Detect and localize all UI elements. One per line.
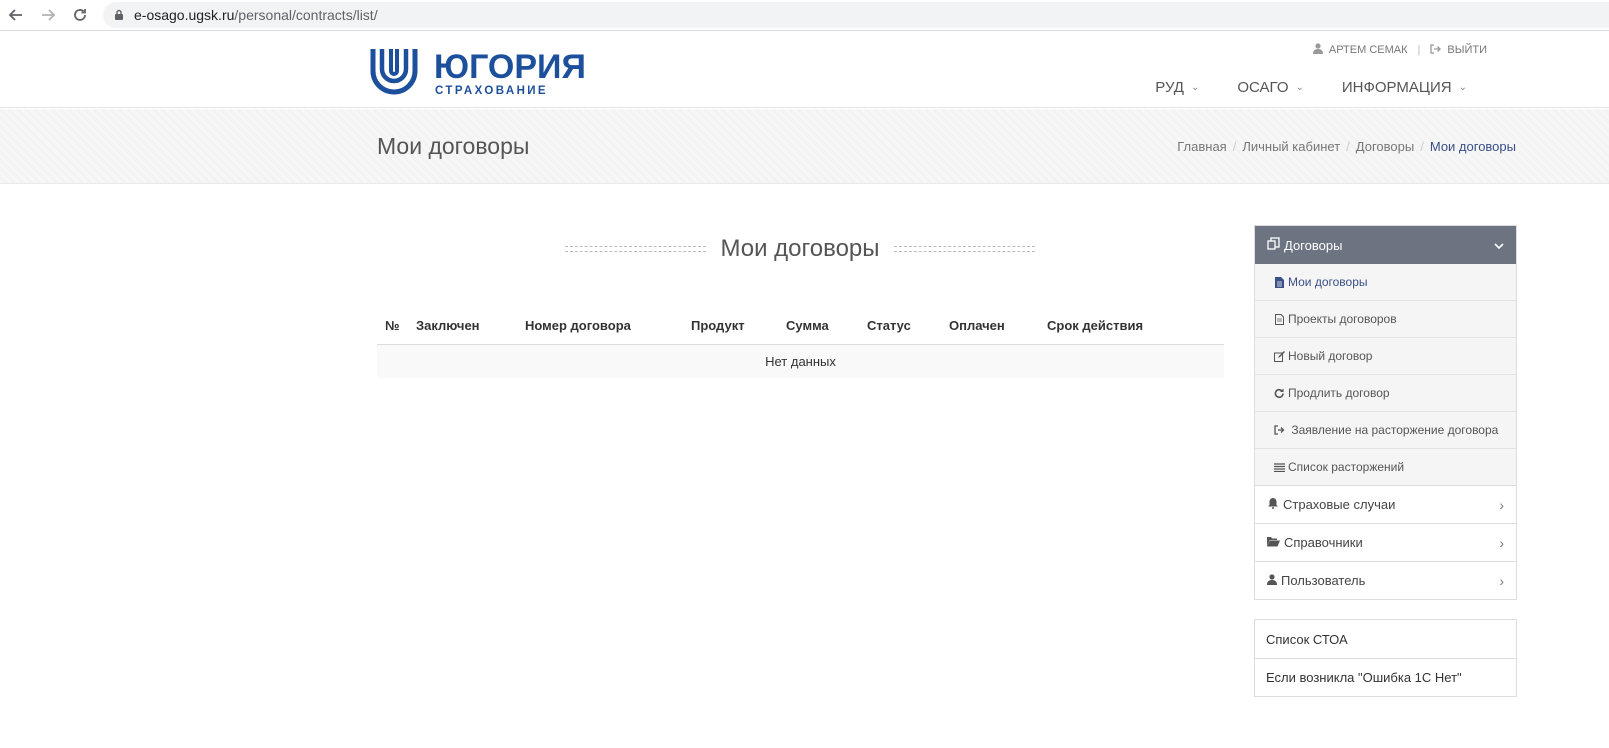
brand-logo[interactable]: ЮГОРИЯ СТРАХОВАНИЕ — [370, 45, 610, 97]
copy-icon — [1267, 237, 1280, 253]
nav-label: ОСАГО — [1237, 79, 1289, 96]
user-icon — [1312, 43, 1323, 57]
logout-link[interactable]: ВЫЙТИ — [1447, 44, 1487, 56]
url-host: e-osago.ugsk.ru — [134, 7, 235, 23]
chevron-right-icon: › — [1499, 534, 1504, 551]
back-button[interactable] — [4, 4, 28, 26]
sidebar-group-label: Справочники — [1284, 535, 1363, 550]
sidebar-group-label: Страховые случаи — [1283, 497, 1396, 512]
url-path: /personal/contracts/list/ — [234, 7, 378, 23]
decorative-line — [893, 246, 1036, 252]
contracts-table: № Заключен Номер договора Продукт Сумма … — [377, 308, 1224, 378]
arrow-left-icon — [8, 9, 22, 21]
sidebar-item-renew[interactable]: Продлить договор — [1255, 375, 1516, 412]
sidebar-item-new-contract[interactable]: Новый договор — [1255, 338, 1516, 375]
nav-label: РУД — [1155, 79, 1184, 96]
main-nav: РУД ⌄ ОСАГО ⌄ ИНФОРМАЦИЯ ⌄ — [1155, 79, 1467, 96]
col-validity[interactable]: Срок действия — [1047, 308, 1224, 345]
address-bar[interactable]: e-osago.ugsk.ru/personal/contracts/list/ — [103, 2, 1609, 28]
sign-out-icon — [1272, 425, 1286, 435]
sto-list-link[interactable]: Список СТОА — [1255, 620, 1516, 658]
nav-item-rud[interactable]: РУД ⌄ — [1155, 79, 1199, 96]
separator: | — [1417, 44, 1421, 56]
table-header-row: № Заключен Номер договора Продукт Сумма … — [377, 308, 1224, 345]
decorative-line — [565, 246, 707, 252]
section-heading: Мои договоры — [565, 233, 1036, 265]
error-1c-help-link[interactable]: Если возникла "Ошибка 1С Нет" — [1255, 658, 1516, 696]
sidebar-item-label: Заявление на расторжение договора — [1291, 423, 1499, 437]
sidebar-item-terminations-list[interactable]: Список расторжений — [1255, 449, 1516, 485]
sidebar-extra-links: Список СТОА Если возникла "Ошибка 1С Нет… — [1254, 619, 1517, 697]
user-name-link[interactable]: АРТЕМ СЕМАК — [1329, 44, 1408, 56]
col-paid[interactable]: Оплачен — [949, 308, 1047, 345]
sidebar-item-drafts[interactable]: Проекты договоров — [1255, 301, 1516, 338]
chevron-down-icon: ⌄ — [1190, 82, 1200, 93]
logout-icon — [1430, 43, 1442, 57]
sidebar-group-claims[interactable]: Страховые случаи › — [1255, 485, 1516, 523]
lock-icon — [115, 9, 123, 20]
chevron-down-icon: ⌄ — [1458, 82, 1467, 93]
breadcrumb-home[interactable]: Главная — [1177, 139, 1226, 154]
sidebar-group-user[interactable]: Пользователь › — [1255, 561, 1516, 599]
sidebar-section-label: Договоры — [1284, 237, 1343, 253]
user-icon — [1267, 573, 1277, 588]
sidebar-item-label: Список расторжений — [1288, 460, 1405, 474]
sidebar-section-contracts[interactable]: Договоры — [1255, 226, 1516, 264]
empty-message: Нет данных — [377, 344, 1224, 378]
list-icon — [1272, 457, 1286, 477]
sidebar-item-label: Новый договор — [1288, 349, 1373, 363]
sidebar-item-termination-request[interactable]: Заявление на расторжение договора — [1255, 412, 1516, 449]
section-title: Мои договоры — [720, 235, 880, 262]
sidebar-submenu: Мои договоры Проекты договоров Новый дог… — [1255, 264, 1516, 485]
sidebar-menu: Договоры Мои договоры Проекты договоров … — [1254, 225, 1517, 600]
file-icon — [1272, 272, 1286, 292]
nav-label: ИНФОРМАЦИЯ — [1341, 79, 1452, 96]
site-header: ЮГОРИЯ СТРАХОВАНИЕ АРТЕМ СЕМАК | ВЫЙТИ Р… — [0, 31, 1609, 108]
col-number[interactable]: № — [377, 308, 416, 345]
breadcrumb-contracts[interactable]: Договоры — [1356, 139, 1414, 154]
user-bar: АРТЕМ СЕМАК | ВЫЙТИ — [1312, 43, 1487, 57]
sidebar-item-my-contracts[interactable]: Мои договоры — [1255, 264, 1516, 301]
reload-button[interactable] — [68, 4, 92, 26]
reload-icon — [74, 9, 86, 21]
svg-text:СТРАХОВАНИЕ: СТРАХОВАНИЕ — [435, 85, 548, 97]
page-title: Мои договоры — [377, 133, 530, 159]
sidebar-item-label: Продлить договор — [1288, 386, 1390, 400]
chevron-down-icon — [1494, 238, 1504, 253]
svg-text:ЮГОРИЯ: ЮГОРИЯ — [434, 48, 586, 86]
col-amount[interactable]: Сумма — [786, 308, 867, 345]
chevron-down-icon: ⌄ — [1295, 82, 1304, 93]
bell-icon — [1267, 497, 1279, 512]
table-row: Нет данных — [377, 344, 1224, 378]
browser-toolbar: e-osago.ugsk.ru/personal/contracts/list/ — [0, 0, 1609, 31]
sidebar-group-directories[interactable]: Справочники › — [1255, 523, 1516, 561]
chevron-right-icon: › — [1499, 496, 1504, 513]
breadcrumb-separator: / — [1232, 139, 1237, 154]
col-contract-number[interactable]: Номер договора — [525, 308, 691, 345]
nav-item-osago[interactable]: ОСАГО ⌄ — [1237, 79, 1304, 96]
col-product[interactable]: Продукт — [691, 308, 786, 345]
breadcrumb: Главная / Личный кабинет / Договоры / Мо… — [1177, 139, 1516, 154]
breadcrumb-current: Мои договоры — [1429, 139, 1516, 154]
col-concluded[interactable]: Заключен — [416, 308, 525, 345]
refresh-icon — [1272, 383, 1286, 403]
sidebar-group-label: Пользователь — [1281, 573, 1366, 588]
breadcrumb-separator: / — [1420, 139, 1424, 154]
sidebar-item-label: Проекты договоров — [1288, 312, 1397, 326]
folder-open-icon — [1267, 535, 1280, 550]
nav-item-info[interactable]: ИНФОРМАЦИЯ ⌄ — [1342, 79, 1467, 96]
file-text-icon — [1272, 309, 1286, 329]
forward-button[interactable] — [36, 4, 60, 26]
ugoria-logo-icon: ЮГОРИЯ СТРАХОВАНИЕ — [370, 48, 586, 97]
col-status[interactable]: Статус — [867, 308, 949, 345]
arrow-right-icon — [42, 9, 56, 21]
breadcrumb-cabinet[interactable]: Личный кабинет — [1242, 139, 1340, 154]
page-title-band: Мои договоры Главная / Личный кабинет / … — [0, 109, 1609, 184]
sidebar-item-label: Мои договоры — [1288, 275, 1368, 289]
breadcrumb-separator: / — [1346, 139, 1350, 154]
edit-icon — [1272, 346, 1286, 366]
chevron-right-icon: › — [1499, 572, 1504, 589]
